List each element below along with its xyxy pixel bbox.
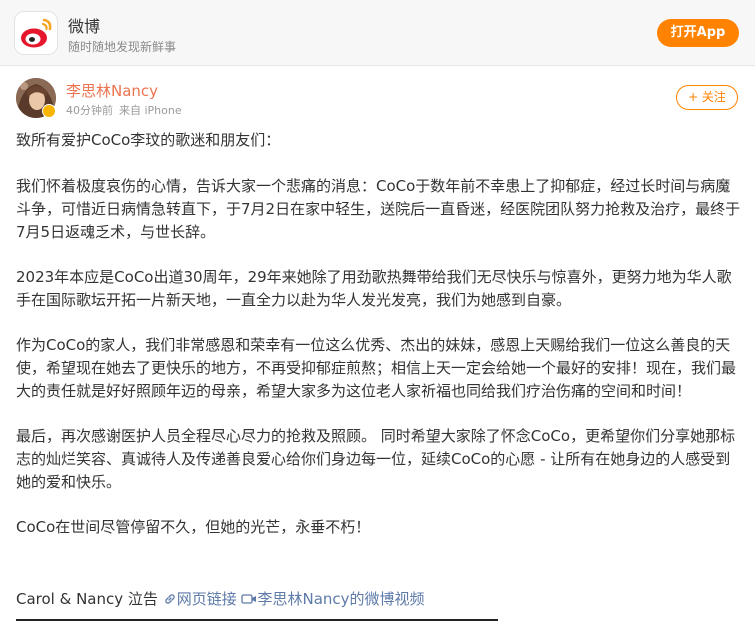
video-link[interactable]: 李思林Nancy的微博视频 xyxy=(241,590,425,610)
divider xyxy=(16,619,498,621)
post-paragraph: 我们怀着极度哀伤的心情，告诉大家一个悲痛的消息：CoCo于数年前不幸患上了抑郁症… xyxy=(16,177,741,241)
post-paragraph: 2023年本应是CoCo出道30周年，29年来她除了用劲歌热舞带给我们无尽快乐与… xyxy=(16,268,732,309)
verified-badge-icon xyxy=(42,104,56,118)
open-app-button[interactable]: 打开App xyxy=(657,19,739,47)
post-paragraph: 最后，再次感谢医护人员全程尽心尽力的抢救及照顾。 同时希望大家除了怀念CoCo，… xyxy=(16,427,736,491)
app-title: 微博 xyxy=(68,17,101,36)
signature: Carol & Nancy 泣告 xyxy=(16,590,158,608)
post-signature-line: Carol & Nancy 泣告 网页链接 李思林Nancy的微博视频 xyxy=(16,588,425,610)
app-download-banner: 微博 随时随地发现新鲜事 打开App xyxy=(0,0,755,66)
web-link[interactable]: 网页链接 xyxy=(163,590,242,608)
author-name[interactable]: 李思林Nancy xyxy=(66,80,158,101)
web-link-label[interactable]: 网页链接 xyxy=(177,590,237,608)
video-link-label[interactable]: 李思林Nancy的微博视频 xyxy=(257,590,424,608)
app-subtitle: 随时随地发现新鲜事 xyxy=(68,40,177,54)
post-time: 40分钟前 xyxy=(66,104,113,117)
post-body: 致所有爱护CoCo李玟的歌迷和朋友们： 我们怀着极度哀伤的心情，告诉大家一个悲痛… xyxy=(16,129,742,539)
post-paragraph: CoCo在世间尽管停留不久，但她的光芒，永垂不朽！ xyxy=(16,518,371,536)
follow-button[interactable]: + 关注 xyxy=(676,85,738,110)
post-source: 来自 iPhone xyxy=(119,104,182,117)
video-icon xyxy=(241,592,257,610)
post-meta: 40分钟前 来自 iPhone xyxy=(66,102,188,118)
link-icon xyxy=(163,592,177,610)
weibo-logo-icon[interactable] xyxy=(14,11,58,55)
post-paragraph: 作为CoCo的家人，我们非常感恩和荣幸有一位这么优秀、杰出的妹妹，感恩上天赐给我… xyxy=(16,336,737,400)
post-paragraph: 致所有爱护CoCo李玟的歌迷和朋友们： xyxy=(16,131,281,149)
